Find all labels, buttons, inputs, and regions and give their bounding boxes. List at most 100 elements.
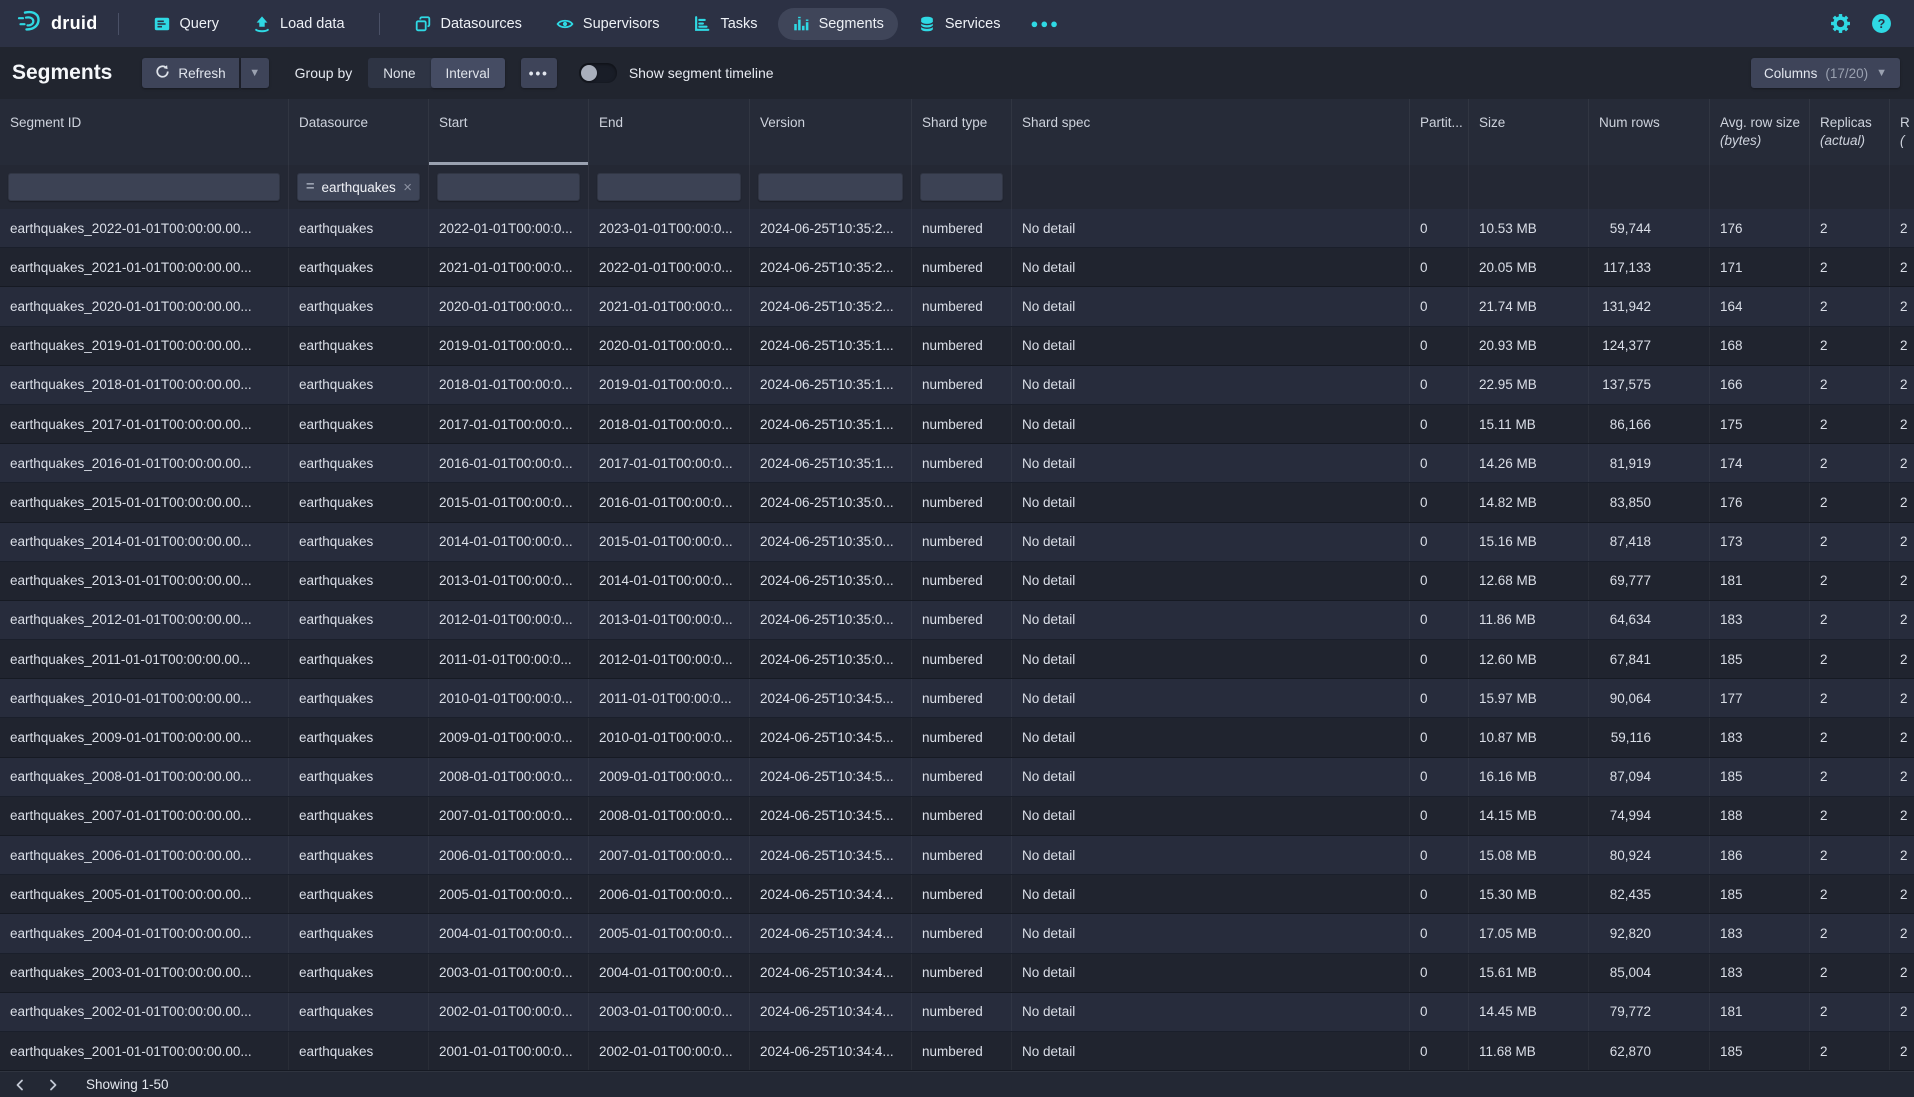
cell-shard-spec[interactable]: No detail	[1012, 366, 1410, 404]
cell-shard-spec[interactable]: No detail	[1012, 679, 1410, 717]
table-row[interactable]: earthquakes_2022-01-01T00:00:00.00... ea…	[0, 209, 1914, 248]
cell-replicas[interactable]: 2	[1810, 993, 1890, 1031]
nav-item-supervisors[interactable]: Supervisors	[542, 8, 674, 40]
cell-segment-id[interactable]: earthquakes_2008-01-01T00:00:00.00...	[0, 758, 289, 796]
cell-replication[interactable]: 2	[1890, 209, 1914, 247]
cell-replicas[interactable]: 2	[1810, 523, 1890, 561]
column-header-datasource[interactable]: Datasource	[289, 99, 429, 165]
cell-datasource[interactable]: earthquakes	[289, 797, 429, 835]
nav-item-segments[interactable]: Segments	[778, 8, 898, 40]
cell-end[interactable]: 2008-01-01T00:00:0...	[589, 797, 750, 835]
filter-end-input[interactable]	[597, 173, 741, 201]
column-header-shard-spec[interactable]: Shard spec	[1012, 99, 1410, 165]
cell-avg-row-size[interactable]: 176	[1710, 209, 1810, 247]
cell-shard-type[interactable]: numbered	[912, 758, 1012, 796]
cell-end[interactable]: 2022-01-01T00:00:0...	[589, 248, 750, 286]
cell-shard-spec[interactable]: No detail	[1012, 718, 1410, 756]
cell-version[interactable]: 2024-06-25T10:35:2...	[750, 209, 912, 247]
cell-shard-type[interactable]: numbered	[912, 209, 1012, 247]
cell-shard-type[interactable]: numbered	[912, 327, 1012, 365]
cell-start[interactable]: 2022-01-01T00:00:0...	[429, 209, 589, 247]
cell-shard-spec[interactable]: No detail	[1012, 287, 1410, 325]
cell-shard-spec[interactable]: No detail	[1012, 601, 1410, 639]
cell-replication[interactable]: 2	[1890, 405, 1914, 443]
cell-start[interactable]: 2011-01-01T00:00:0...	[429, 640, 589, 678]
cell-replicas[interactable]: 2	[1810, 483, 1890, 521]
cell-start[interactable]: 2004-01-01T00:00:0...	[429, 914, 589, 952]
cell-version[interactable]: 2024-06-25T10:34:4...	[750, 1032, 912, 1070]
filter-shard-type-input[interactable]	[920, 173, 1003, 201]
column-header-size[interactable]: Size	[1469, 99, 1589, 165]
cell-shard-spec[interactable]: No detail	[1012, 1032, 1410, 1070]
cell-version[interactable]: 2024-06-25T10:34:5...	[750, 758, 912, 796]
cell-size[interactable]: 11.86 MB	[1469, 601, 1589, 639]
cell-end[interactable]: 2009-01-01T00:00:0...	[589, 758, 750, 796]
table-row[interactable]: earthquakes_2006-01-01T00:00:00.00... ea…	[0, 836, 1914, 875]
cell-replication[interactable]: 2	[1890, 287, 1914, 325]
cell-datasource[interactable]: earthquakes	[289, 366, 429, 404]
cell-num-rows[interactable]: 87,418	[1589, 523, 1710, 561]
cell-shard-spec[interactable]: No detail	[1012, 405, 1410, 443]
cell-shard-spec[interactable]: No detail	[1012, 444, 1410, 482]
refresh-button[interactable]: Refresh	[142, 58, 238, 88]
cell-replicas[interactable]: 2	[1810, 405, 1890, 443]
cell-end[interactable]: 2006-01-01T00:00:0...	[589, 875, 750, 913]
druid-logo[interactable]: druid	[16, 8, 98, 39]
cell-avg-row-size[interactable]: 185	[1710, 758, 1810, 796]
cell-avg-row-size[interactable]: 181	[1710, 993, 1810, 1031]
cell-version[interactable]: 2024-06-25T10:34:4...	[750, 914, 912, 952]
cell-shard-type[interactable]: numbered	[912, 718, 1012, 756]
cell-start[interactable]: 2005-01-01T00:00:0...	[429, 875, 589, 913]
cell-num-rows[interactable]: 62,870	[1589, 1032, 1710, 1070]
cell-segment-id[interactable]: earthquakes_2009-01-01T00:00:00.00...	[0, 718, 289, 756]
cell-avg-row-size[interactable]: 175	[1710, 405, 1810, 443]
cell-replication[interactable]: 2	[1890, 640, 1914, 678]
cell-segment-id[interactable]: earthquakes_2010-01-01T00:00:00.00...	[0, 679, 289, 717]
cell-end[interactable]: 2015-01-01T00:00:0...	[589, 523, 750, 561]
cell-size[interactable]: 15.97 MB	[1469, 679, 1589, 717]
cell-partition[interactable]: 0	[1410, 836, 1469, 874]
cell-end[interactable]: 2010-01-01T00:00:0...	[589, 718, 750, 756]
table-row[interactable]: earthquakes_2019-01-01T00:00:00.00... ea…	[0, 327, 1914, 366]
cell-num-rows[interactable]: 131,942	[1589, 287, 1710, 325]
table-row[interactable]: earthquakes_2008-01-01T00:00:00.00... ea…	[0, 758, 1914, 797]
cell-shard-type[interactable]: numbered	[912, 875, 1012, 913]
cell-shard-spec[interactable]: No detail	[1012, 327, 1410, 365]
cell-partition[interactable]: 0	[1410, 483, 1469, 521]
cell-segment-id[interactable]: earthquakes_2014-01-01T00:00:00.00...	[0, 523, 289, 561]
cell-segment-id[interactable]: earthquakes_2016-01-01T00:00:00.00...	[0, 444, 289, 482]
cell-shard-type[interactable]: numbered	[912, 836, 1012, 874]
cell-datasource[interactable]: earthquakes	[289, 679, 429, 717]
cell-segment-id[interactable]: earthquakes_2021-01-01T00:00:00.00...	[0, 248, 289, 286]
column-header-start[interactable]: Start	[429, 99, 589, 165]
cell-version[interactable]: 2024-06-25T10:35:0...	[750, 601, 912, 639]
column-header-segment-id[interactable]: Segment ID	[0, 99, 289, 165]
cell-num-rows[interactable]: 117,133	[1589, 248, 1710, 286]
cell-start[interactable]: 2013-01-01T00:00:0...	[429, 562, 589, 600]
cell-end[interactable]: 2002-01-01T00:00:0...	[589, 1032, 750, 1070]
cell-size[interactable]: 10.87 MB	[1469, 718, 1589, 756]
cell-size[interactable]: 21.74 MB	[1469, 287, 1589, 325]
cell-datasource[interactable]: earthquakes	[289, 405, 429, 443]
cell-partition[interactable]: 0	[1410, 601, 1469, 639]
filter-datasource-input[interactable]: = earthquakes ×	[297, 173, 420, 201]
cell-size[interactable]: 12.60 MB	[1469, 640, 1589, 678]
cell-shard-type[interactable]: numbered	[912, 523, 1012, 561]
cell-datasource[interactable]: earthquakes	[289, 718, 429, 756]
cell-avg-row-size[interactable]: 174	[1710, 444, 1810, 482]
cell-end[interactable]: 2012-01-01T00:00:0...	[589, 640, 750, 678]
cell-datasource[interactable]: earthquakes	[289, 601, 429, 639]
cell-replicas[interactable]: 2	[1810, 366, 1890, 404]
cell-size[interactable]: 15.16 MB	[1469, 523, 1589, 561]
column-header-end[interactable]: End	[589, 99, 750, 165]
table-row[interactable]: earthquakes_2003-01-01T00:00:00.00... ea…	[0, 954, 1914, 993]
cell-shard-spec[interactable]: No detail	[1012, 483, 1410, 521]
cell-version[interactable]: 2024-06-25T10:35:1...	[750, 444, 912, 482]
cell-replication[interactable]: 2	[1890, 601, 1914, 639]
cell-end[interactable]: 2017-01-01T00:00:0...	[589, 444, 750, 482]
cell-replication[interactable]: 2	[1890, 914, 1914, 952]
cell-num-rows[interactable]: 137,575	[1589, 366, 1710, 404]
cell-shard-type[interactable]: numbered	[912, 562, 1012, 600]
cell-partition[interactable]: 0	[1410, 718, 1469, 756]
cell-num-rows[interactable]: 69,777	[1589, 562, 1710, 600]
